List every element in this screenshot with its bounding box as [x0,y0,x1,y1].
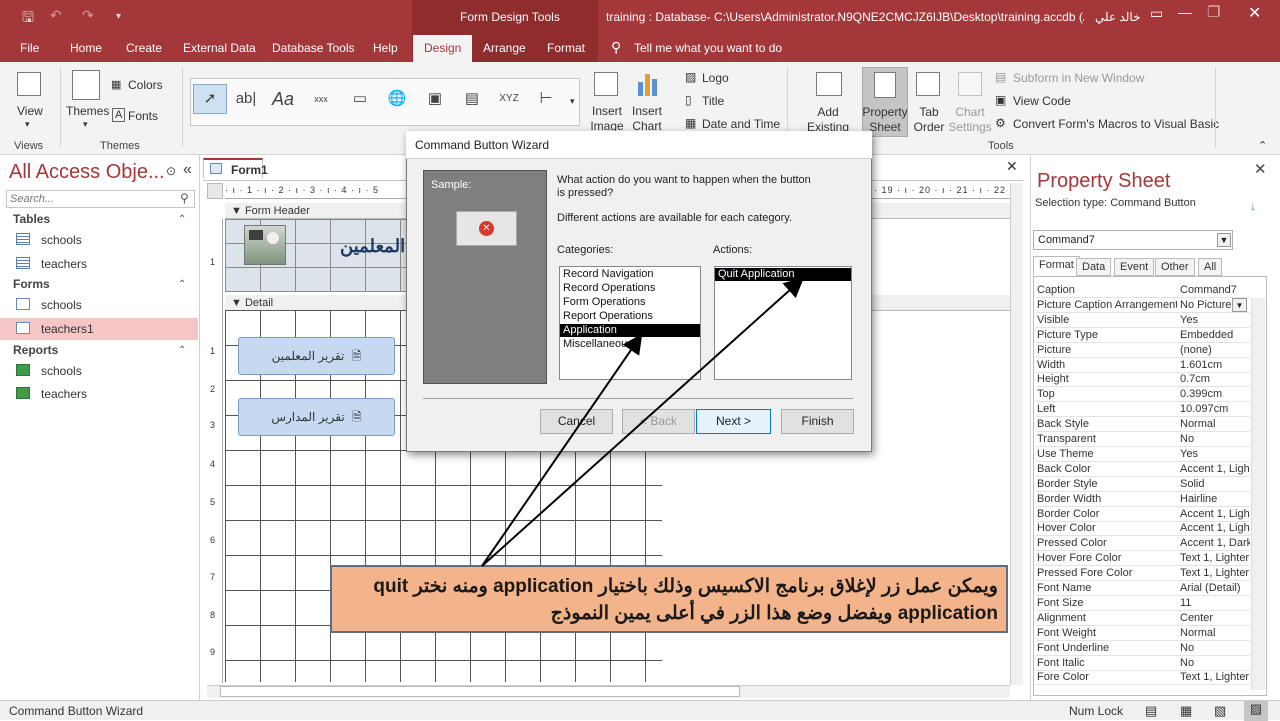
status-text: Command Button Wizard [9,704,144,718]
status-bar: Command Button Wizard Num Lock ▤ ▦ ▧ ▨ [0,700,1280,721]
design-view-active-icon[interactable]: ▨ [1244,701,1268,721]
design-view-icon[interactable]: ▧ [1214,703,1226,719]
annotation-arrows [481,277,804,567]
numlock-indicator: Num Lock [1069,704,1124,718]
layout-view-icon[interactable]: ▦ [1180,703,1192,719]
arrow-to-category [481,333,643,567]
arrow-to-action [481,277,804,567]
form-view-icon[interactable]: ▤ [1145,703,1157,719]
